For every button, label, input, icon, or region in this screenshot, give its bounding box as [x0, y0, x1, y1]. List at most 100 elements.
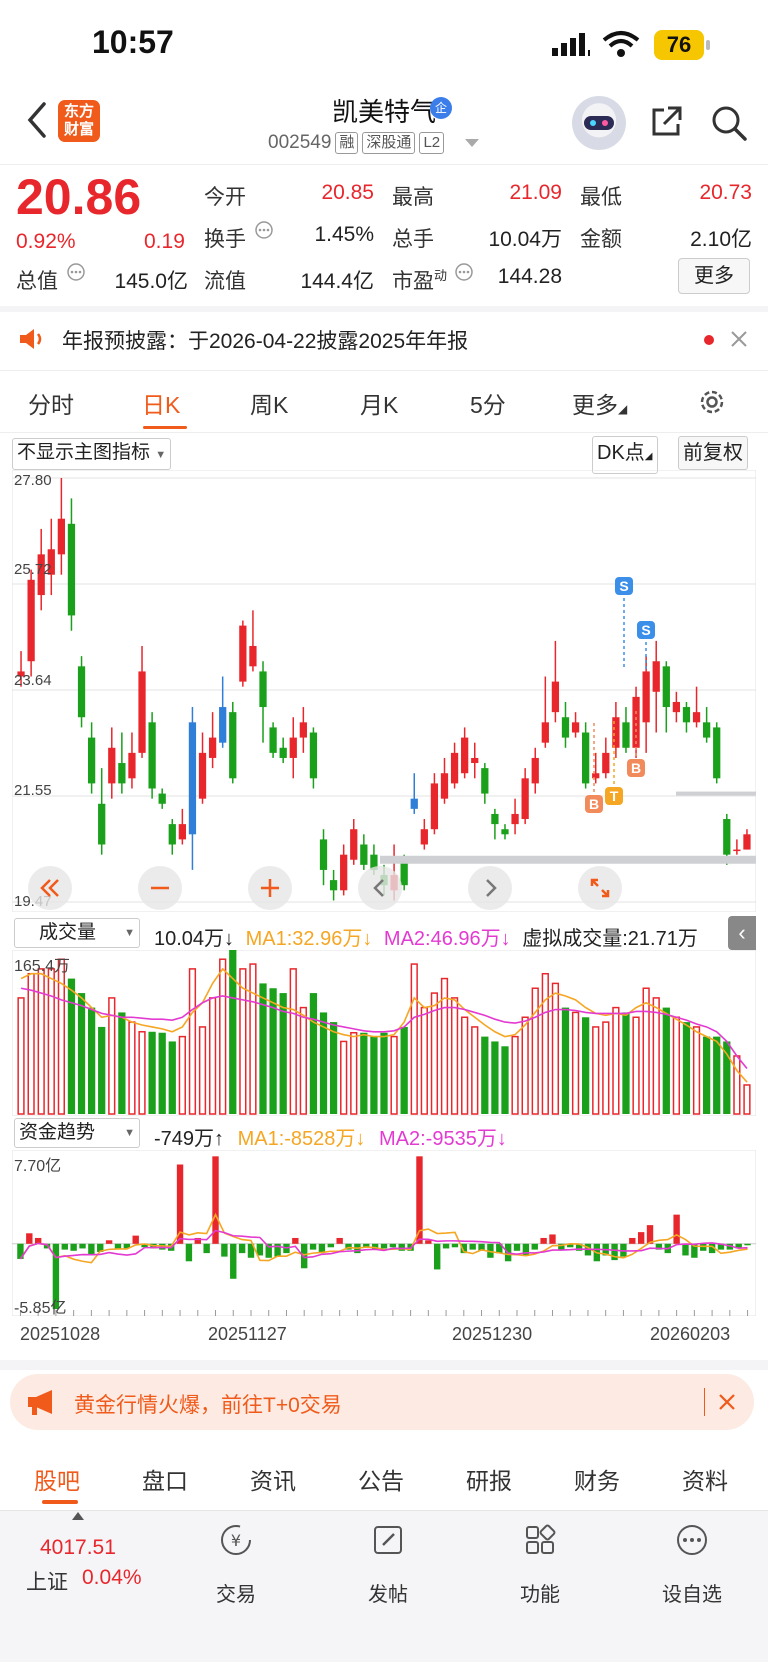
kline-chart[interactable]: S S BTB: [12, 470, 756, 912]
scroll-left-button[interactable]: [28, 866, 72, 910]
volume-bar: [461, 1016, 469, 1115]
candle-body: [450, 752, 459, 784]
tab-announcement[interactable]: 公告: [358, 1462, 404, 1496]
candle-body: [350, 829, 358, 860]
fund-bar: [646, 1225, 654, 1244]
dk-point-button[interactable]: DK点◢: [592, 436, 658, 474]
volume-bar: [592, 1026, 600, 1115]
volume-bar: [329, 1022, 338, 1114]
info-dots-icon[interactable]: [254, 220, 274, 240]
volume-bar: [692, 1026, 701, 1115]
step-left-button[interactable]: [358, 866, 402, 910]
index-percent[interactable]: 0.04%: [82, 1566, 142, 1590]
close-icon[interactable]: [730, 330, 748, 348]
y-tick-3: 23.64: [14, 672, 52, 689]
tab-profile[interactable]: 资料: [682, 1462, 728, 1496]
tab-5min[interactable]: 5分: [470, 386, 506, 420]
tab-pankou[interactable]: 盘口: [142, 1462, 188, 1496]
candle-body: [561, 717, 570, 738]
signal-label: S: [641, 622, 650, 638]
settings-gear-icon[interactable]: [696, 386, 728, 418]
trade-button[interactable]: 交易: [196, 1578, 276, 1607]
svg-text:¥: ¥: [231, 1531, 241, 1550]
fund-bar: [451, 1243, 459, 1248]
add-watchlist-button[interactable]: 设自选: [652, 1578, 732, 1607]
tab-news[interactable]: 资讯: [250, 1462, 296, 1496]
tab-finance[interactable]: 财务: [574, 1462, 620, 1496]
volume-bar: [188, 968, 197, 1115]
plus-icon: [261, 879, 279, 897]
tab-research[interactable]: 研报: [466, 1462, 512, 1496]
fund-bar: [70, 1243, 77, 1251]
signal-label: S: [619, 578, 628, 594]
function-grid-icon[interactable]: [522, 1522, 558, 1558]
volume-bar: [521, 1016, 529, 1115]
volume-bar: [168, 1041, 176, 1114]
candle-body: [27, 579, 35, 662]
candle-body: [551, 681, 560, 713]
volume-bar: [239, 968, 247, 1115]
fund-legend: -749万↑ MA1:-8528万↓ MA2:-9535万↓: [154, 1122, 507, 1151]
candle-body: [360, 844, 368, 865]
notice-text[interactable]: 年报预披露：于2026-04-22披露2025年年报: [62, 325, 468, 355]
tab-daily-k[interactable]: 日K: [142, 386, 180, 420]
zoom-in-button[interactable]: [248, 866, 292, 910]
promo-banner-text[interactable]: 黄金行情火爆，前往T+0交易: [74, 1389, 342, 1419]
info-dots-icon[interactable]: [454, 262, 474, 282]
volume-ma2: MA2:46.96万↓: [383, 928, 511, 950]
main-indicator-label: 不显示主图指标: [17, 442, 151, 463]
search-icon[interactable]: [710, 104, 748, 142]
fullscreen-button[interactable]: [578, 866, 622, 910]
high-value: 21.09: [509, 181, 562, 204]
zoom-out-button[interactable]: [138, 866, 182, 910]
trade-icon[interactable]: ¥: [218, 1522, 254, 1558]
candle-body: [531, 757, 539, 784]
close-icon[interactable]: [718, 1393, 736, 1411]
y-tick-2: 25.72: [14, 561, 52, 578]
collapse-panel-button[interactable]: ‹: [728, 916, 756, 950]
volume-bar: [743, 1084, 751, 1115]
dropdown-triangle-icon[interactable]: [464, 138, 480, 148]
info-dots-icon[interactable]: [66, 262, 86, 282]
main-indicator-select[interactable]: 不显示主图指标 ▼: [12, 438, 172, 470]
volume-select-label: 成交量: [39, 922, 97, 943]
volume-bar: [67, 978, 76, 1114]
cellular-signal-icon: [552, 33, 590, 56]
step-right-button[interactable]: [468, 866, 512, 910]
more-dots-icon[interactable]: [674, 1522, 710, 1558]
adjust-button[interactable]: 前复权: [678, 436, 748, 470]
robot-avatar[interactable]: [572, 96, 626, 150]
candle-body: [158, 793, 166, 804]
tab-weekly-k[interactable]: 周K: [250, 386, 288, 420]
candle-body: [692, 712, 701, 723]
function-button[interactable]: 功能: [500, 1578, 580, 1607]
volume-bar: [299, 1006, 307, 1115]
share-icon[interactable]: [648, 104, 684, 140]
index-name[interactable]: 上证: [26, 1566, 68, 1596]
volume-bar: [259, 983, 267, 1114]
candle-body: [602, 752, 610, 774]
tab-guba[interactable]: 股吧: [34, 1462, 80, 1496]
volume-bar: [219, 958, 227, 1115]
candle-body: [632, 696, 640, 748]
fund-bar: [744, 1243, 751, 1246]
candle-body: [87, 737, 96, 784]
fund-bar: [61, 1243, 68, 1250]
volume-chart: [12, 950, 756, 1116]
fund-indicator-select[interactable]: 资金趋势 ▼: [14, 1118, 140, 1148]
volume-current: 10.04万↓: [154, 928, 235, 950]
candle-body: [471, 757, 479, 764]
volume-bar: [481, 1036, 489, 1114]
post-edit-icon[interactable]: [370, 1522, 406, 1558]
fund-bar: [540, 1237, 547, 1244]
tab-fenshi[interactable]: 分时: [28, 386, 74, 420]
tab-more[interactable]: 更多◢: [572, 386, 627, 420]
candle-body: [98, 803, 106, 845]
resistance-band: [676, 791, 756, 796]
index-value[interactable]: 4017.51: [40, 1536, 116, 1560]
volume-indicator-select[interactable]: 成交量 ▼: [14, 918, 140, 948]
post-button[interactable]: 发帖: [348, 1578, 428, 1607]
tab-monthly-k[interactable]: 月K: [360, 386, 398, 420]
more-quote-button[interactable]: 更多: [678, 258, 750, 294]
volume-bar: [733, 1055, 741, 1115]
